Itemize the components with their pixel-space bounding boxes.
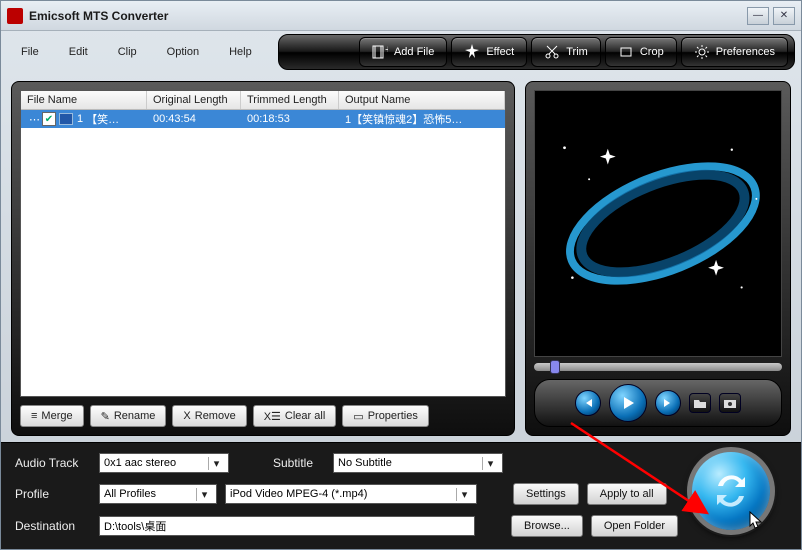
player-controls: [534, 379, 782, 427]
body-area: File Name Original Length Trimmed Length…: [1, 73, 801, 442]
gear-icon: [694, 44, 710, 60]
scrub-bar[interactable]: [534, 363, 782, 371]
open-folder-button[interactable]: Open Folder: [591, 515, 678, 537]
col-filename[interactable]: File Name: [21, 91, 147, 109]
x-list-icon: X☰: [264, 410, 281, 423]
row-checkbox[interactable]: ✔: [42, 112, 56, 126]
titlebar: Emicsoft MTS Converter — ✕: [1, 1, 801, 31]
next-button[interactable]: [655, 390, 681, 416]
scrub-knob[interactable]: [550, 360, 560, 374]
properties-button[interactable]: ▭Properties: [342, 405, 429, 427]
menu-file[interactable]: File: [7, 42, 53, 62]
browse-button[interactable]: Browse...: [511, 515, 583, 537]
minimize-button[interactable]: —: [747, 7, 769, 25]
bottom-panel: Audio Track 0x1 aac stereo▾ Subtitle No …: [1, 442, 801, 549]
left-pane: File Name Original Length Trimmed Length…: [11, 81, 515, 436]
right-pane: [525, 81, 791, 436]
film-add-icon: +: [372, 44, 388, 60]
clear-all-button[interactable]: X☰Clear all: [253, 405, 337, 427]
subtitle-label: Subtitle: [273, 456, 325, 470]
x-icon: X: [183, 410, 190, 422]
menu-clip[interactable]: Clip: [104, 42, 151, 62]
effect-button[interactable]: Effect: [451, 37, 527, 67]
snapshot-button[interactable]: [719, 393, 741, 413]
chevron-down-icon: ▾: [196, 488, 212, 501]
remove-button[interactable]: XRemove: [172, 405, 246, 427]
profile-select[interactable]: iPod Video MPEG-4 (*.mp4)▾: [225, 484, 477, 504]
row-trimmed: 00:18:53: [241, 112, 339, 126]
convert-arrows-icon: [708, 468, 754, 514]
rename-button[interactable]: ✎Rename: [90, 405, 167, 427]
app-window: Emicsoft MTS Converter — ✕ File Edit Cli…: [0, 0, 802, 550]
scissors-icon: [544, 44, 560, 60]
row-output: 1【笑镇惊魂2】恐怖5…: [339, 110, 505, 128]
trim-button[interactable]: Trim: [531, 37, 601, 67]
menu-help[interactable]: Help: [215, 42, 266, 62]
preview-graphic: [535, 91, 781, 356]
crop-button[interactable]: Crop: [605, 37, 677, 67]
chevron-down-icon: ▾: [482, 457, 498, 470]
menu-option[interactable]: Option: [153, 42, 213, 62]
menubar: File Edit Clip Option Help: [1, 31, 272, 73]
merge-button[interactable]: ≡Merge: [20, 405, 84, 427]
prev-button[interactable]: [575, 390, 601, 416]
profile-group-select[interactable]: All Profiles▾: [99, 484, 217, 504]
chevron-down-icon: ▾: [456, 488, 472, 501]
toolbar: +Add File Effect Trim Crop Preferences: [278, 34, 795, 70]
settings-button[interactable]: Settings: [513, 483, 579, 505]
preview-panel: [525, 81, 791, 436]
app-logo-icon: [7, 8, 23, 24]
window-title: Emicsoft MTS Converter: [29, 9, 743, 23]
video-preview[interactable]: [534, 90, 782, 357]
preferences-button[interactable]: Preferences: [681, 37, 788, 67]
sheet-icon: ▭: [353, 410, 363, 423]
audio-track-select[interactable]: 0x1 aac stereo▾: [99, 453, 229, 473]
play-button[interactable]: [609, 384, 647, 422]
destination-label: Destination: [15, 519, 91, 533]
chevron-down-icon: ▾: [208, 457, 224, 470]
sparkle-icon: [464, 44, 480, 60]
convert-button[interactable]: [687, 447, 775, 535]
destination-input[interactable]: D:\tools\桌面: [99, 516, 475, 536]
file-panel: File Name Original Length Trimmed Length…: [11, 81, 515, 436]
col-output-name[interactable]: Output Name: [339, 91, 505, 109]
row-original: 00:43:54: [147, 112, 241, 126]
row-name: 【笑…: [86, 111, 119, 127]
folder-open-icon[interactable]: [689, 393, 711, 413]
menu-edit[interactable]: Edit: [55, 42, 102, 62]
apply-to-all-button[interactable]: Apply to all: [587, 483, 667, 505]
file-list-header: File Name Original Length Trimmed Length…: [21, 91, 505, 110]
profile-label: Profile: [15, 487, 91, 501]
close-button[interactable]: ✕: [773, 7, 795, 25]
file-toolbar: ≡Merge ✎Rename XRemove X☰Clear all ▭Prop…: [20, 405, 506, 427]
file-list: File Name Original Length Trimmed Length…: [20, 90, 506, 397]
file-row[interactable]: ⋯ ✔ 1 【笑… 00:43:54 00:18:53 1【笑镇惊魂2】恐怖5…: [21, 110, 505, 128]
add-file-button[interactable]: +Add File: [359, 37, 447, 67]
col-original-length[interactable]: Original Length: [147, 91, 241, 109]
subtitle-select[interactable]: No Subtitle▾: [333, 453, 503, 473]
svg-text:+: +: [385, 44, 388, 56]
pencil-icon: ✎: [101, 410, 110, 423]
audio-track-label: Audio Track: [15, 456, 91, 470]
crop-icon: [618, 44, 634, 60]
row-thumb-icon: [59, 113, 73, 125]
menu-toolbar-row: File Edit Clip Option Help +Add File Eff…: [1, 31, 801, 73]
merge-icon: ≡: [31, 410, 37, 422]
col-trimmed-length[interactable]: Trimmed Length: [241, 91, 339, 109]
